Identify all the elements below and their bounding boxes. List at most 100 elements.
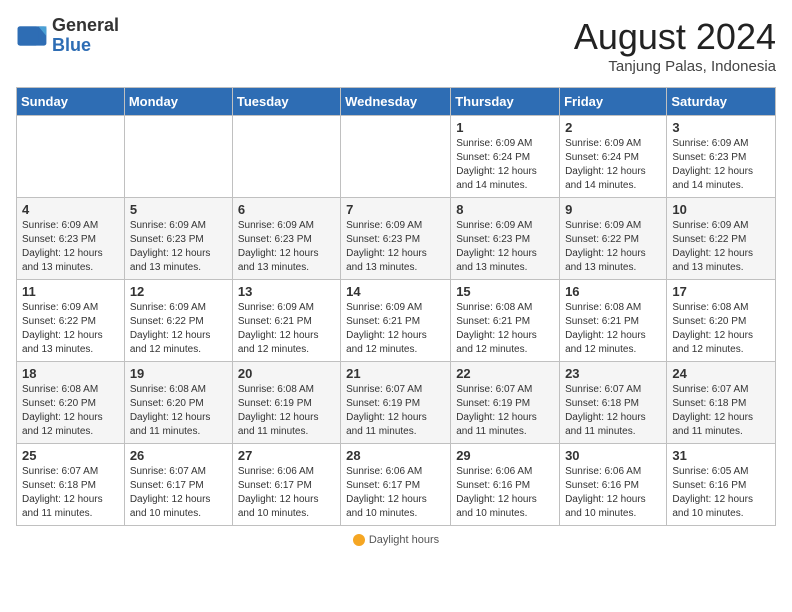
day-info: Sunrise: 6:08 AM Sunset: 6:20 PM Dayligh…: [22, 383, 119, 439]
day-info: Sunrise: 6:07 AM Sunset: 6:18 PM Dayligh…: [22, 465, 119, 521]
day-number: 5: [130, 202, 227, 217]
day-number: 21: [346, 366, 445, 381]
calendar-cell: 27 Sunrise: 6:06 AM Sunset: 6:17 PM Dayli…: [232, 444, 340, 526]
logo-icon: [16, 20, 48, 52]
calendar-cell: 11 Sunrise: 6:09 AM Sunset: 6:22 PM Dayli…: [17, 280, 125, 362]
calendar-cell: 16 Sunrise: 6:08 AM Sunset: 6:21 PM Dayli…: [560, 280, 667, 362]
day-info: Sunrise: 6:09 AM Sunset: 6:23 PM Dayligh…: [346, 219, 445, 275]
day-number: 2: [565, 120, 661, 135]
day-number: 10: [672, 202, 770, 217]
day-info: Sunrise: 6:09 AM Sunset: 6:23 PM Dayligh…: [456, 219, 554, 275]
calendar-cell: 1 Sunrise: 6:09 AM Sunset: 6:24 PM Daylig…: [451, 116, 560, 198]
calendar-cell: 21 Sunrise: 6:07 AM Sunset: 6:19 PM Dayli…: [341, 362, 451, 444]
calendar-day-header: Wednesday: [341, 88, 451, 116]
calendar-cell: [341, 116, 451, 198]
day-number: 3: [672, 120, 770, 135]
day-info: Sunrise: 6:09 AM Sunset: 6:24 PM Dayligh…: [456, 137, 554, 193]
calendar-cell: 28 Sunrise: 6:06 AM Sunset: 6:17 PM Dayli…: [341, 444, 451, 526]
calendar-cell: 17 Sunrise: 6:08 AM Sunset: 6:20 PM Dayli…: [667, 280, 776, 362]
day-number: 14: [346, 284, 445, 299]
day-number: 13: [238, 284, 335, 299]
calendar-cell: [17, 116, 125, 198]
month-title: August 2024: [574, 16, 776, 58]
calendar-cell: 5 Sunrise: 6:09 AM Sunset: 6:23 PM Daylig…: [124, 198, 232, 280]
calendar-cell: [232, 116, 340, 198]
footer-text: Daylight hours: [369, 534, 439, 546]
calendar-cell: 31Sunrise: 6:05 AM Sunset: 6:16 PM Dayli…: [667, 444, 776, 526]
day-info: Sunrise: 6:09 AM Sunset: 6:22 PM Dayligh…: [672, 219, 770, 275]
day-number: 6: [238, 202, 335, 217]
day-info: Sunrise: 6:07 AM Sunset: 6:19 PM Dayligh…: [346, 383, 445, 439]
calendar-cell: 20 Sunrise: 6:08 AM Sunset: 6:19 PM Dayli…: [232, 362, 340, 444]
sun-icon: [353, 534, 365, 546]
day-info: Sunrise: 6:07 AM Sunset: 6:18 PM Dayligh…: [565, 383, 661, 439]
logo-general: General: [52, 16, 119, 36]
calendar-cell: 18Sunrise: 6:08 AM Sunset: 6:20 PM Dayli…: [17, 362, 125, 444]
day-number: 20: [238, 366, 335, 381]
day-number: 30: [565, 448, 661, 463]
logo-blue: Blue: [52, 36, 119, 56]
calendar-cell: 14 Sunrise: 6:09 AM Sunset: 6:21 PM Dayli…: [341, 280, 451, 362]
day-info: Sunrise: 6:09 AM Sunset: 6:23 PM Dayligh…: [130, 219, 227, 275]
calendar-cell: 30 Sunrise: 6:06 AM Sunset: 6:16 PM Dayli…: [560, 444, 667, 526]
calendar-week-row: 1 Sunrise: 6:09 AM Sunset: 6:24 PM Daylig…: [17, 116, 776, 198]
calendar-cell: 25Sunrise: 6:07 AM Sunset: 6:18 PM Dayli…: [17, 444, 125, 526]
calendar-cell: 4 Sunrise: 6:09 AM Sunset: 6:23 PM Daylig…: [17, 198, 125, 280]
day-info: Sunrise: 6:06 AM Sunset: 6:16 PM Dayligh…: [456, 465, 554, 521]
day-info: Sunrise: 6:09 AM Sunset: 6:22 PM Dayligh…: [565, 219, 661, 275]
page-header: General Blue August 2024 Tanjung Palas, …: [16, 16, 776, 75]
day-info: Sunrise: 6:08 AM Sunset: 6:21 PM Dayligh…: [456, 301, 554, 357]
calendar-cell: [124, 116, 232, 198]
calendar-day-header: Monday: [124, 88, 232, 116]
day-number: 4: [22, 202, 119, 217]
day-number: 19: [130, 366, 227, 381]
footer-label: Daylight hours: [353, 534, 439, 546]
day-info: Sunrise: 6:09 AM Sunset: 6:22 PM Dayligh…: [130, 301, 227, 357]
day-number: 9: [565, 202, 661, 217]
calendar-cell: 24Sunrise: 6:07 AM Sunset: 6:18 PM Dayli…: [667, 362, 776, 444]
calendar-cell: 9 Sunrise: 6:09 AM Sunset: 6:22 PM Daylig…: [560, 198, 667, 280]
calendar-cell: 3Sunrise: 6:09 AM Sunset: 6:23 PM Daylig…: [667, 116, 776, 198]
logo-text: General Blue: [52, 16, 119, 56]
calendar-day-header: Sunday: [17, 88, 125, 116]
day-info: Sunrise: 6:08 AM Sunset: 6:20 PM Dayligh…: [672, 301, 770, 357]
calendar-week-row: 25Sunrise: 6:07 AM Sunset: 6:18 PM Dayli…: [17, 444, 776, 526]
day-info: Sunrise: 6:09 AM Sunset: 6:21 PM Dayligh…: [346, 301, 445, 357]
day-info: Sunrise: 6:09 AM Sunset: 6:23 PM Dayligh…: [238, 219, 335, 275]
calendar-cell: 19Sunrise: 6:08 AM Sunset: 6:20 PM Dayli…: [124, 362, 232, 444]
day-number: 31: [672, 448, 770, 463]
calendar-cell: 22Sunrise: 6:07 AM Sunset: 6:19 PM Dayli…: [451, 362, 560, 444]
calendar-cell: 12 Sunrise: 6:09 AM Sunset: 6:22 PM Dayli…: [124, 280, 232, 362]
day-info: Sunrise: 6:09 AM Sunset: 6:21 PM Dayligh…: [238, 301, 335, 357]
day-number: 17: [672, 284, 770, 299]
day-info: Sunrise: 6:08 AM Sunset: 6:19 PM Dayligh…: [238, 383, 335, 439]
calendar-cell: 23Sunrise: 6:07 AM Sunset: 6:18 PM Dayli…: [560, 362, 667, 444]
calendar-day-header: Saturday: [667, 88, 776, 116]
day-info: Sunrise: 6:09 AM Sunset: 6:23 PM Dayligh…: [22, 219, 119, 275]
calendar-cell: 15Sunrise: 6:08 AM Sunset: 6:21 PM Dayli…: [451, 280, 560, 362]
calendar-week-row: 18Sunrise: 6:08 AM Sunset: 6:20 PM Dayli…: [17, 362, 776, 444]
calendar-week-row: 11 Sunrise: 6:09 AM Sunset: 6:22 PM Dayli…: [17, 280, 776, 362]
day-number: 28: [346, 448, 445, 463]
day-number: 12: [130, 284, 227, 299]
calendar-cell: 8Sunrise: 6:09 AM Sunset: 6:23 PM Daylig…: [451, 198, 560, 280]
day-info: Sunrise: 6:08 AM Sunset: 6:21 PM Dayligh…: [565, 301, 661, 357]
calendar-cell: 2Sunrise: 6:09 AM Sunset: 6:24 PM Daylig…: [560, 116, 667, 198]
day-number: 26: [130, 448, 227, 463]
day-number: 11: [22, 284, 119, 299]
calendar-cell: 6 Sunrise: 6:09 AM Sunset: 6:23 PM Daylig…: [232, 198, 340, 280]
day-info: Sunrise: 6:06 AM Sunset: 6:16 PM Dayligh…: [565, 465, 661, 521]
day-info: Sunrise: 6:09 AM Sunset: 6:22 PM Dayligh…: [22, 301, 119, 357]
day-number: 22: [456, 366, 554, 381]
day-number: 29: [456, 448, 554, 463]
calendar-cell: 26Sunrise: 6:07 AM Sunset: 6:17 PM Dayli…: [124, 444, 232, 526]
day-number: 1: [456, 120, 554, 135]
calendar-week-row: 4 Sunrise: 6:09 AM Sunset: 6:23 PM Daylig…: [17, 198, 776, 280]
day-number: 16: [565, 284, 661, 299]
day-info: Sunrise: 6:06 AM Sunset: 6:17 PM Dayligh…: [346, 465, 445, 521]
day-number: 27: [238, 448, 335, 463]
calendar-day-header: Friday: [560, 88, 667, 116]
day-info: Sunrise: 6:06 AM Sunset: 6:17 PM Dayligh…: [238, 465, 335, 521]
footer: Daylight hours: [16, 534, 776, 549]
calendar-cell: 13 Sunrise: 6:09 AM Sunset: 6:21 PM Dayli…: [232, 280, 340, 362]
